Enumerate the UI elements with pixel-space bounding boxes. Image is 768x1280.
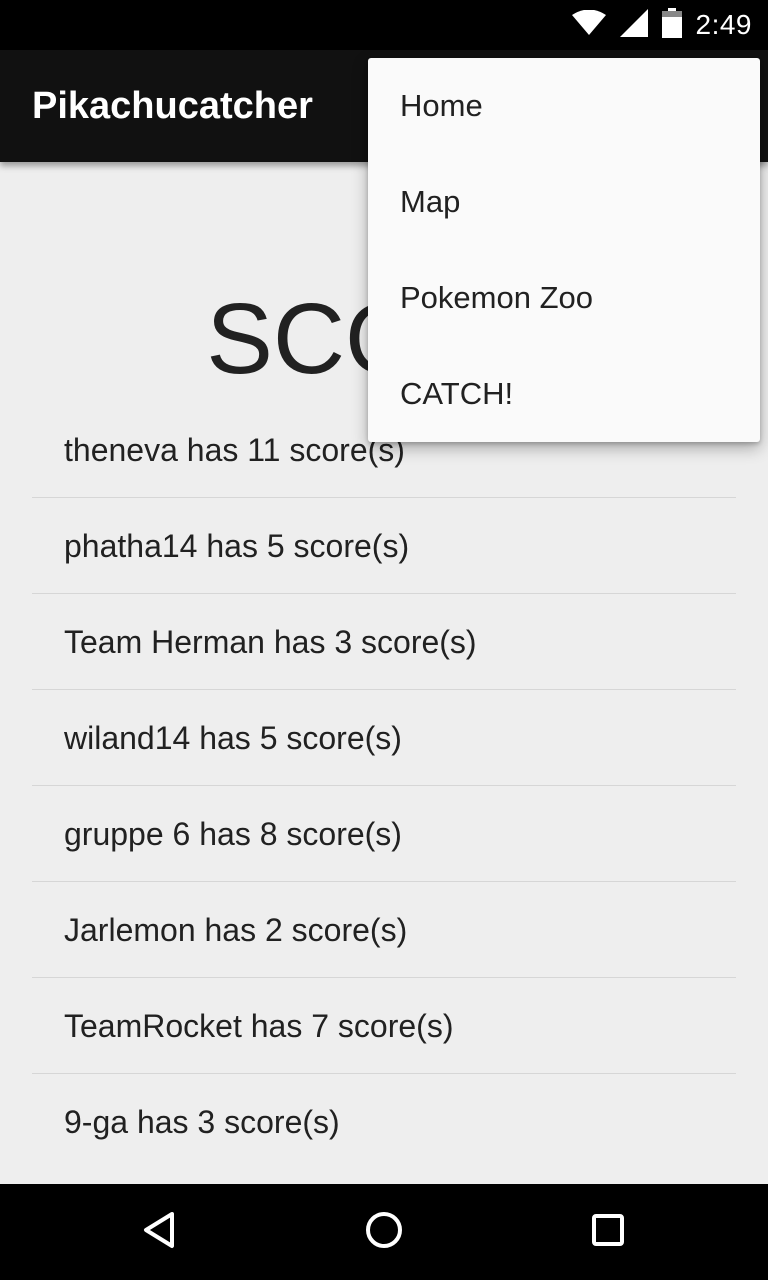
score-list-item[interactable]: gruppe 6 has 8 score(s)	[32, 786, 736, 882]
score-list-item[interactable]: phatha14 has 5 score(s)	[32, 498, 736, 594]
cell-signal-icon	[619, 8, 648, 42]
screen: 2:49 Pikachucatcher SCORE theneva has 11…	[0, 0, 768, 1280]
score-list-item[interactable]: TeamRocket has 7 score(s)	[32, 978, 736, 1074]
score-list[interactable]: theneva has 11 score(s) phatha14 has 5 s…	[32, 402, 736, 1170]
menu-item-map[interactable]: Map	[368, 154, 760, 250]
home-button[interactable]	[360, 1208, 408, 1256]
recents-icon	[588, 1210, 628, 1255]
recents-button[interactable]	[584, 1208, 632, 1256]
menu-item-home[interactable]: Home	[368, 58, 760, 154]
menu-item-catch[interactable]: CATCH!	[368, 346, 760, 442]
wifi-icon	[571, 9, 606, 41]
navigation-bar	[0, 1184, 768, 1280]
menu-item-pokemon-zoo[interactable]: Pokemon Zoo	[368, 250, 760, 346]
overflow-menu: Home Map Pokemon Zoo CATCH!	[368, 58, 760, 442]
score-list-item[interactable]: Jarlemon has 2 score(s)	[32, 882, 736, 978]
status-clock: 2:49	[695, 9, 752, 40]
score-list-item[interactable]: 9-ga has 3 score(s)	[32, 1074, 736, 1170]
score-list-item[interactable]: Team Herman has 3 score(s)	[32, 594, 736, 690]
score-list-item[interactable]: wiland14 has 5 score(s)	[32, 690, 736, 786]
back-icon	[140, 1210, 180, 1255]
app-title: Pikachucatcher	[32, 85, 313, 127]
back-button[interactable]	[136, 1208, 184, 1256]
home-icon	[364, 1210, 404, 1255]
status-bar: 2:49	[0, 0, 768, 50]
battery-icon	[661, 7, 682, 43]
